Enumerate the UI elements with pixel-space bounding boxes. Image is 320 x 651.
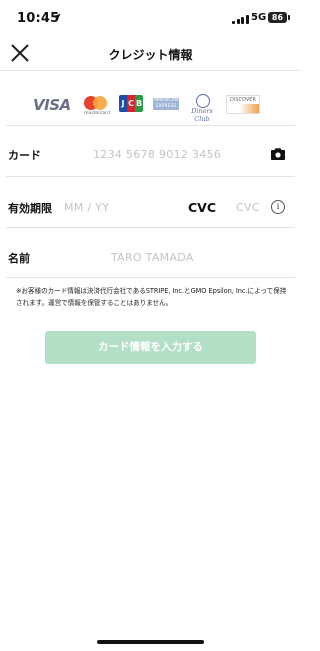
- jcb-letter-j: J: [119, 95, 127, 112]
- diners-club-logo-text: Diners Club: [191, 107, 213, 123]
- cellular-signal-icon: [232, 14, 249, 24]
- jcb-letter-b: B: [135, 95, 143, 112]
- mastercard-logo: mastercard: [84, 96, 110, 118]
- scan-card-button[interactable]: [270, 146, 286, 160]
- cvc-info-icon[interactable]: i: [271, 200, 285, 214]
- divider: [6, 125, 295, 126]
- card-number-input[interactable]: 1234 5678 9012 3456: [93, 148, 221, 161]
- location-arrow-icon: [52, 13, 61, 22]
- status-bar: 10:45 5G 86: [0, 0, 301, 38]
- jcb-logo: J C B: [119, 95, 143, 112]
- expiry-input[interactable]: MM / YY: [64, 201, 109, 214]
- mastercard-logo-text: mastercard: [84, 111, 110, 116]
- home-indicator: [97, 640, 204, 644]
- divider: [6, 277, 295, 278]
- divider: [6, 227, 295, 228]
- expiry-label: 有効期限: [8, 202, 52, 215]
- card-number-label: カード: [8, 149, 41, 162]
- battery-icon: 86: [268, 12, 287, 23]
- divider: [6, 176, 295, 177]
- card-brand-logos: VISA mastercard J C B AMERICAN EXPRESS D…: [0, 92, 301, 123]
- amex-logo: AMERICAN EXPRESS: [153, 98, 179, 110]
- jcb-letter-c: C: [127, 95, 135, 112]
- camera-icon: [271, 148, 285, 160]
- diners-club-logo: Diners Club: [186, 94, 218, 123]
- page-title: クレジット情報: [108, 48, 193, 62]
- network-type: 5G: [251, 12, 267, 23]
- privacy-notice: ※お客様のカード情報は決済代行会社であるSTRIPE, Inc.とGMO Eps…: [16, 287, 287, 307]
- battery-tip: [288, 15, 290, 20]
- cvc-label: CVC: [188, 200, 217, 215]
- name-input[interactable]: TARO TAMADA: [111, 251, 194, 264]
- cvc-input[interactable]: CVC: [236, 201, 260, 214]
- discover-logo-text: DISCOVER: [230, 97, 256, 103]
- discover-logo: DISCOVER: [226, 95, 260, 114]
- visa-logo: VISA: [33, 96, 71, 114]
- submit-card-button[interactable]: カード情報を入力する: [45, 331, 256, 364]
- nav-bar: クレジット情報: [0, 38, 301, 71]
- name-label: 名前: [8, 252, 30, 265]
